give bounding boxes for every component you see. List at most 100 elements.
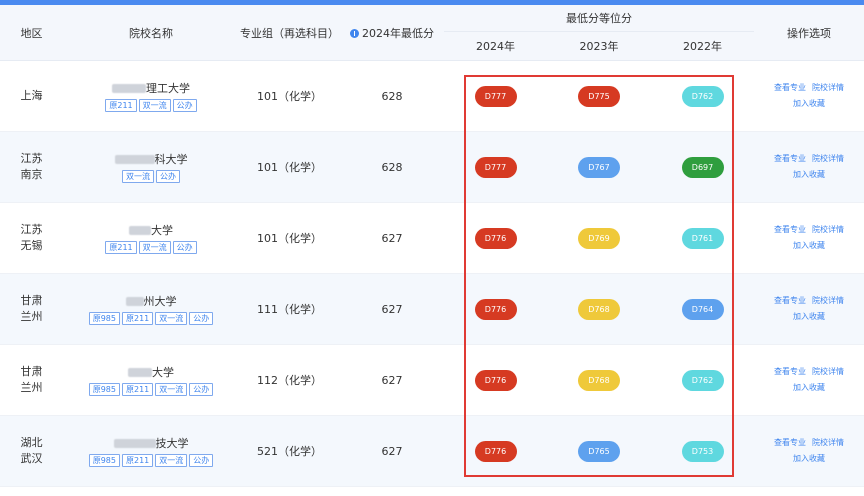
add-favorite-link[interactable]: 加入收藏 bbox=[793, 241, 825, 250]
major-group-cell: 112（化学） bbox=[239, 344, 340, 416]
school-detail-link[interactable]: 院校详情 bbox=[812, 438, 844, 447]
school-detail-link[interactable]: 院校详情 bbox=[812, 296, 844, 305]
table-row: 上海 理工大学 原211 双一流 公办 101（化学） 628 D777 D775 D762… bbox=[0, 60, 864, 132]
school-cell[interactable]: 科大学 双一流 公办 bbox=[63, 131, 239, 203]
region-cell: 上海 bbox=[0, 60, 63, 132]
header-year-2024: 2024年 bbox=[444, 31, 547, 61]
header-major-group: 专业组（再选科目） bbox=[239, 5, 340, 61]
rank-cell: D762 bbox=[651, 60, 754, 132]
region-text: 南京 bbox=[20, 168, 43, 181]
actions-cell: 查看专业 院校详情 加入收藏 bbox=[754, 344, 864, 416]
school-name-text: 科大学 bbox=[154, 153, 188, 166]
view-major-link[interactable]: 查看专业 bbox=[774, 296, 806, 305]
school-tag: 公办 bbox=[189, 454, 214, 467]
rank-cell: D762 bbox=[651, 344, 754, 416]
view-major-link[interactable]: 查看专业 bbox=[774, 83, 806, 92]
add-favorite-link[interactable]: 加入收藏 bbox=[793, 99, 825, 108]
school-tag: 双一流 bbox=[155, 383, 188, 396]
region-cell: 甘肃 兰州 bbox=[0, 344, 63, 416]
header-region: 地区 bbox=[0, 5, 63, 61]
rank-cell: D761 bbox=[651, 202, 754, 274]
school-tag: 原211 bbox=[105, 241, 137, 254]
school-detail-link[interactable]: 院校详情 bbox=[812, 225, 844, 234]
view-major-link[interactable]: 查看专业 bbox=[774, 154, 806, 163]
rank-badge: D764 bbox=[681, 298, 724, 320]
school-tag: 原211 bbox=[105, 99, 137, 112]
region-text: 武汉 bbox=[20, 452, 43, 465]
rank-badge: D776 bbox=[474, 227, 517, 249]
add-favorite-link[interactable]: 加入收藏 bbox=[793, 170, 825, 179]
add-favorite-link[interactable]: 加入收藏 bbox=[793, 454, 825, 463]
school-tags: 双一流 公办 bbox=[122, 170, 180, 183]
score-table: 地区 院校名称 专业组（再选科目） 2024年最低分 最低分等位分 操作选项 2… bbox=[0, 5, 864, 487]
school-tag: 双一流 bbox=[138, 99, 171, 112]
rank-badge: D777 bbox=[474, 85, 517, 107]
min-score-cell: 628 bbox=[340, 60, 444, 132]
actions-cell: 查看专业 院校详情 加入收藏 bbox=[754, 131, 864, 203]
rank-badge: D761 bbox=[681, 227, 724, 249]
rank-cell: D767 bbox=[547, 131, 651, 203]
rank-badge: D776 bbox=[474, 440, 517, 462]
school-name[interactable]: 大学 bbox=[63, 222, 239, 238]
school-tag: 双一流 bbox=[155, 312, 188, 325]
school-detail-link[interactable]: 院校详情 bbox=[812, 83, 844, 92]
school-tag: 公办 bbox=[189, 312, 214, 325]
region-cell: 湖北 武汉 bbox=[0, 415, 63, 487]
rank-cell: D775 bbox=[547, 60, 651, 132]
school-name[interactable]: 大学 bbox=[63, 364, 239, 380]
school-tag: 原211 bbox=[122, 454, 154, 467]
region-text: 湖北 bbox=[20, 436, 43, 449]
rank-cell: D776 bbox=[444, 344, 547, 416]
school-name-text: 理工大学 bbox=[146, 82, 190, 95]
view-major-link[interactable]: 查看专业 bbox=[774, 225, 806, 234]
school-tag: 原985 bbox=[88, 454, 120, 467]
rank-badge: D753 bbox=[681, 440, 724, 462]
major-group-cell: 111（化学） bbox=[239, 273, 340, 345]
region-text: 兰州 bbox=[20, 310, 43, 323]
school-name[interactable]: 州大学 bbox=[63, 293, 239, 309]
rank-cell: D765 bbox=[547, 415, 651, 487]
school-detail-link[interactable]: 院校详情 bbox=[812, 367, 844, 376]
school-name[interactable]: 技大学 bbox=[63, 435, 239, 451]
school-tag: 原985 bbox=[88, 312, 120, 325]
rank-badge: D768 bbox=[578, 369, 620, 391]
region-text: 甘肃 bbox=[20, 294, 43, 307]
region-cell: 江苏 无锡 bbox=[0, 202, 63, 274]
rank-badge: D762 bbox=[681, 369, 724, 391]
header-min-score-label: 2024年最低分 bbox=[362, 26, 434, 40]
view-major-link[interactable]: 查看专业 bbox=[774, 367, 806, 376]
table-row: 江苏 南京 科大学 双一流 公办 101（化学） 628 D777 D767 D697 查看… bbox=[0, 131, 864, 203]
redacted-text bbox=[125, 297, 144, 306]
actions-cell: 查看专业 院校详情 加入收藏 bbox=[754, 273, 864, 345]
school-cell[interactable]: 大学 原985 原211 双一流 公办 bbox=[63, 344, 239, 416]
school-tag: 原211 bbox=[122, 383, 154, 396]
header-year-2022: 2022年 bbox=[651, 31, 754, 61]
min-score-cell: 627 bbox=[340, 415, 444, 487]
school-detail-link[interactable]: 院校详情 bbox=[812, 154, 844, 163]
school-tags: 原985 原211 双一流 公办 bbox=[88, 312, 214, 325]
add-favorite-link[interactable]: 加入收藏 bbox=[793, 312, 825, 321]
major-group-cell: 101（化学） bbox=[239, 202, 340, 274]
header-year-2023: 2023年 bbox=[547, 31, 651, 61]
info-icon[interactable] bbox=[350, 28, 359, 38]
school-cell[interactable]: 理工大学 原211 双一流 公办 bbox=[63, 60, 239, 132]
major-group-cell: 521（化学） bbox=[239, 415, 340, 487]
redacted-text bbox=[128, 368, 152, 377]
header-min-score[interactable]: 2024年最低分 bbox=[340, 5, 444, 61]
school-name[interactable]: 科大学 bbox=[63, 151, 239, 167]
region-text: 上海 bbox=[20, 89, 43, 102]
redacted-text bbox=[113, 439, 156, 448]
min-score-cell: 627 bbox=[340, 202, 444, 274]
min-score-cell: 627 bbox=[340, 344, 444, 416]
school-cell[interactable]: 技大学 原985 原211 双一流 公办 bbox=[63, 415, 239, 487]
table-row: 湖北武汉 技大学 原985 原211 双一流 公办 521（化学） 627 D776 D76… bbox=[0, 415, 864, 487]
school-cell[interactable]: 大学 原211 双一流 公办 bbox=[63, 202, 239, 274]
view-major-link[interactable]: 查看专业 bbox=[774, 438, 806, 447]
major-group-cell: 101（化学） bbox=[239, 131, 340, 203]
redacted-text bbox=[114, 155, 155, 164]
school-cell[interactable]: 州大学 原985 原211 双一流 公办 bbox=[63, 273, 239, 345]
add-favorite-link[interactable]: 加入收藏 bbox=[793, 383, 825, 392]
min-score-cell: 627 bbox=[340, 273, 444, 345]
rank-cell: D764 bbox=[651, 273, 754, 345]
school-name[interactable]: 理工大学 bbox=[63, 80, 239, 96]
